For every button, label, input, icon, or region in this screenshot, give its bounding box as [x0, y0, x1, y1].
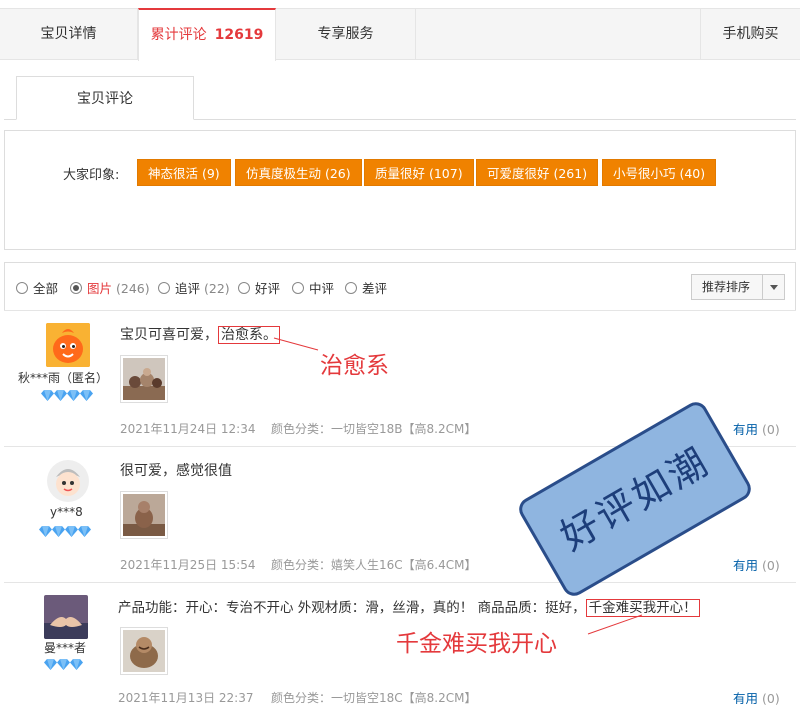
top-tab-bar: 宝贝详情 累计评论 12619 专享服务 手机购买: [0, 8, 800, 61]
useful-count: (0): [762, 558, 780, 573]
impression-tag[interactable]: 小号很小巧 (40): [602, 159, 717, 186]
filter-neutral-label: 中评: [309, 281, 335, 296]
filter-pics-radio[interactable]: 图片 (246): [70, 278, 150, 297]
avatar[interactable]: [46, 459, 90, 503]
filter-followup-radio[interactable]: 追评 (22): [158, 278, 230, 297]
impressions-label: 大家印象:: [63, 168, 120, 183]
diamond-icon: [57, 659, 70, 670]
diamond-icon: [70, 659, 83, 670]
user-level-gems: [44, 659, 83, 671]
subtab-item-reviews[interactable]: 宝贝评论: [16, 76, 194, 120]
tab-service[interactable]: 专享服务: [276, 9, 416, 60]
filter-pics-label: 图片: [87, 281, 113, 296]
chevron-down-icon[interactable]: [762, 275, 784, 299]
impression-tag[interactable]: 仿真度极生动 (26): [235, 159, 362, 186]
diamond-icon: [65, 526, 78, 537]
impression-tag[interactable]: 神态很活 (9): [137, 159, 231, 186]
review-variant: 颜色分类：一切皆空18C【高8.2CM】: [271, 691, 477, 705]
sort-label: 推荐排序: [702, 280, 751, 294]
filter-bad-label: 差评: [362, 281, 388, 296]
user-level-gems: [39, 526, 91, 538]
impressions-panel: 大家印象: 神态很活 (9) 仿真度极生动 (26) 质量很好 (107) 可爱…: [4, 130, 796, 250]
impression-tag[interactable]: 质量很好 (107): [364, 159, 474, 186]
filter-good-radio[interactable]: 好评: [238, 278, 280, 297]
review-photo-thumbnail[interactable]: [120, 627, 168, 675]
sort-dropdown[interactable]: 推荐排序: [691, 274, 785, 300]
radio-icon: [16, 282, 28, 294]
tab-reviews[interactable]: 累计评论 12619: [138, 8, 276, 61]
useful-label: 有用: [733, 558, 759, 573]
review-user-name: 曼***者: [44, 641, 87, 655]
useful-count: (0): [762, 691, 780, 706]
diamond-icon: [39, 526, 52, 537]
diamond-icon: [44, 659, 57, 670]
filter-followup-count: (22): [204, 281, 230, 296]
review-text-part: 产品功能：开心：专治不开心 外观材质：滑，丝滑，真的！ 商品品质：挺好，: [118, 600, 586, 616]
impression-tag[interactable]: 可爱度很好 (261): [476, 159, 599, 186]
radio-checked-icon: [70, 282, 82, 294]
filter-bad-radio[interactable]: 差评: [345, 278, 387, 297]
filter-good-label: 好评: [255, 281, 281, 296]
review-text-part: 宝贝可喜可爱，: [120, 327, 218, 343]
annotation-arrow: [273, 337, 319, 351]
review-user-name: y***8: [50, 505, 83, 519]
filter-all-radio[interactable]: 全部: [16, 278, 58, 297]
tab-details[interactable]: 宝贝详情: [0, 9, 138, 60]
filter-all-label: 全部: [33, 281, 59, 296]
useful-label: 有用: [733, 422, 759, 437]
radio-icon: [238, 282, 250, 294]
useful-button[interactable]: 有用 (0): [733, 555, 780, 574]
handshake-avatar-icon: [44, 595, 88, 639]
filter-followup-label: 追评: [175, 281, 201, 296]
diamond-icon: [54, 390, 67, 401]
tab-mobile-buy[interactable]: 手机购买: [700, 9, 800, 60]
review-date: 2021年11月13日 22:37: [118, 691, 254, 705]
annotation-label-happiness: 千金难买我开心: [396, 631, 557, 657]
tab-reviews-label: 累计评论: [150, 27, 207, 43]
diamond-icon: [78, 526, 91, 537]
avatar[interactable]: [44, 595, 88, 639]
orange-mascot-avatar-icon: [46, 323, 90, 367]
radio-icon: [158, 282, 170, 294]
tab-reviews-count: 12619: [214, 27, 264, 43]
annotation-arrow: [587, 614, 643, 635]
radio-icon: [345, 282, 357, 294]
radio-icon: [292, 282, 304, 294]
figurine-photo-icon: [123, 630, 165, 672]
cartoon-character-avatar-icon: [47, 460, 89, 502]
avatar[interactable]: [46, 323, 90, 367]
review-text: 宝贝可喜可爱， 治愈系。: [120, 324, 280, 344]
figurine-photo-icon: [123, 494, 165, 536]
annotation-label-healing: 治愈系: [320, 353, 389, 379]
useful-button[interactable]: 有用 (0): [733, 419, 780, 438]
review-variant: 颜色分类：嬉笑人生16C【高6.4CM】: [271, 558, 477, 572]
review-text: 很可爱，感觉很值: [120, 463, 232, 479]
filter-pics-count: (246): [116, 281, 150, 296]
review-date: 2021年11月24日 12:34: [120, 422, 256, 436]
review-user-name: 秋***雨（匿名）: [18, 371, 109, 385]
user-level-gems: [41, 390, 93, 402]
review-filter-bar: 全部 图片 (246) 追评 (22) 好评 中评 差评 推荐排序: [4, 262, 796, 310]
diamond-icon: [67, 390, 80, 401]
diamond-icon: [80, 390, 93, 401]
useful-button[interactable]: 有用 (0): [733, 688, 780, 707]
review-variant: 颜色分类：一切皆空18B【高8.2CM】: [271, 422, 477, 436]
diamond-icon: [41, 390, 54, 401]
useful-label: 有用: [733, 691, 759, 706]
review-photo-thumbnail[interactable]: [120, 491, 168, 539]
review-date: 2021年11月25日 15:54: [120, 558, 256, 572]
figurine-photo-icon: [123, 358, 165, 400]
diamond-icon: [52, 526, 65, 537]
review-text-highlight: 治愈系。: [218, 326, 280, 344]
useful-count: (0): [762, 422, 780, 437]
review-photo-thumbnail[interactable]: [120, 355, 168, 403]
filter-neutral-radio[interactable]: 中评: [292, 278, 334, 297]
